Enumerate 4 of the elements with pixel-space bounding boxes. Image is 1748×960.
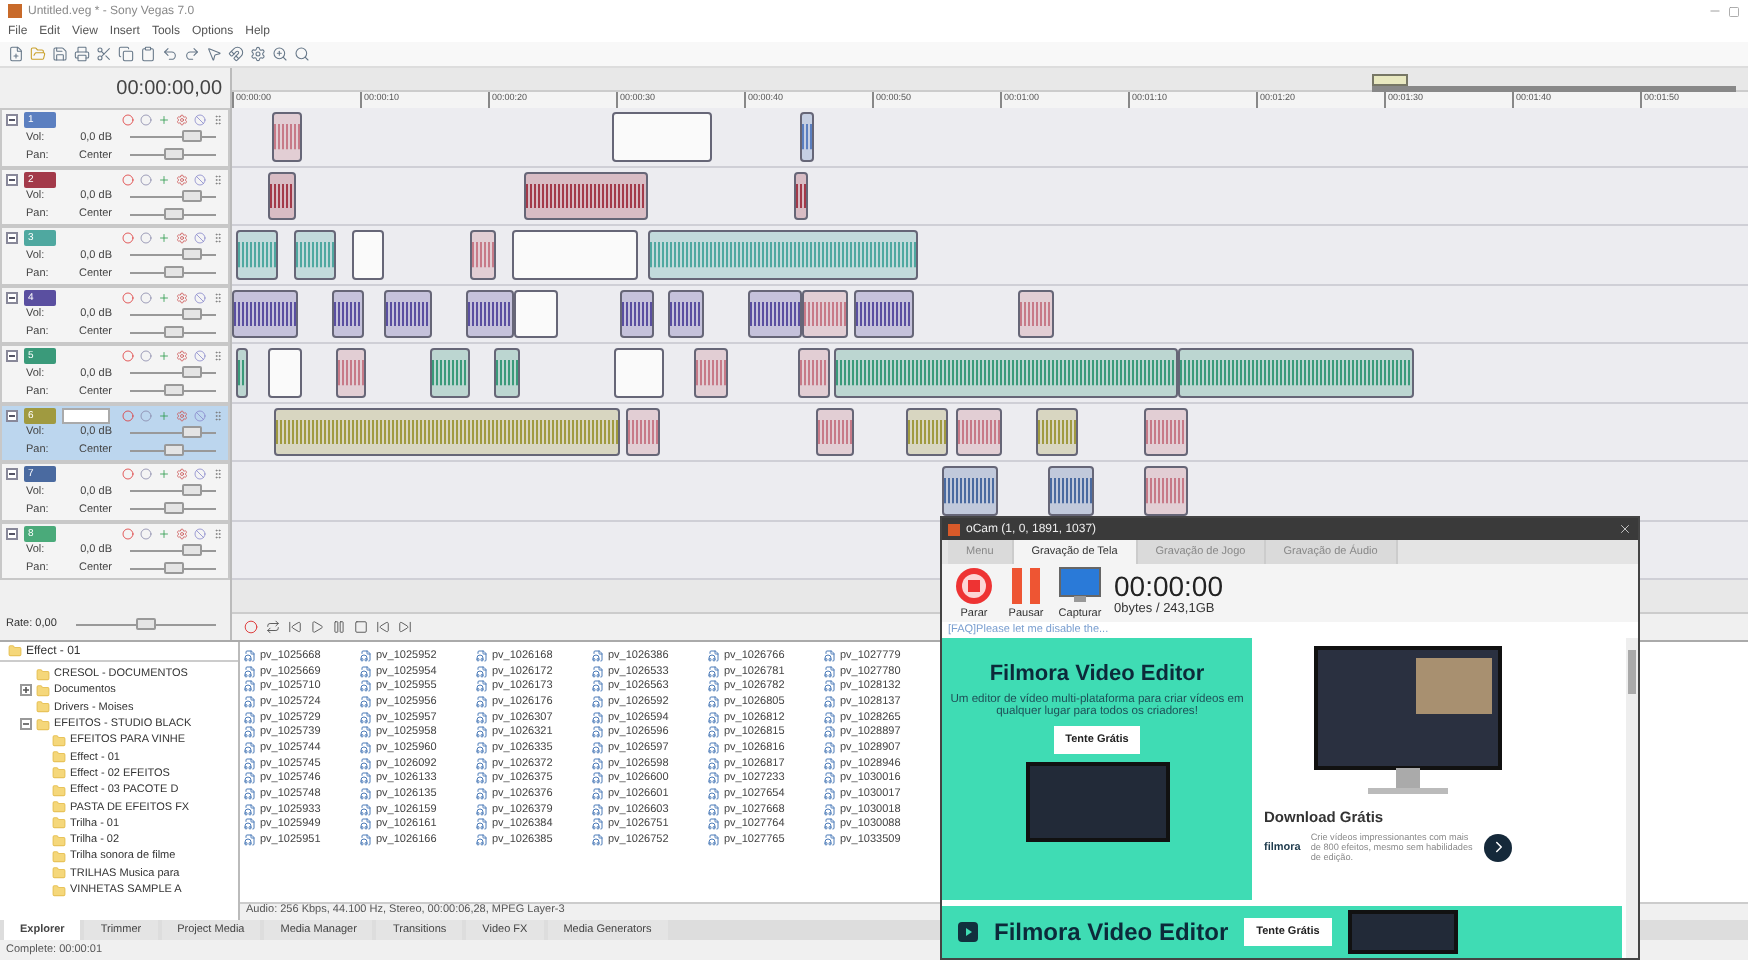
time-display: 00:00:00,00 <box>116 77 222 99</box>
ad-heading: Filmora Video Editor <box>989 662 1205 686</box>
recording-time: 00:00:00 <box>1114 570 1223 603</box>
ad-heading: Filmora Video Editor <box>994 918 1229 946</box>
